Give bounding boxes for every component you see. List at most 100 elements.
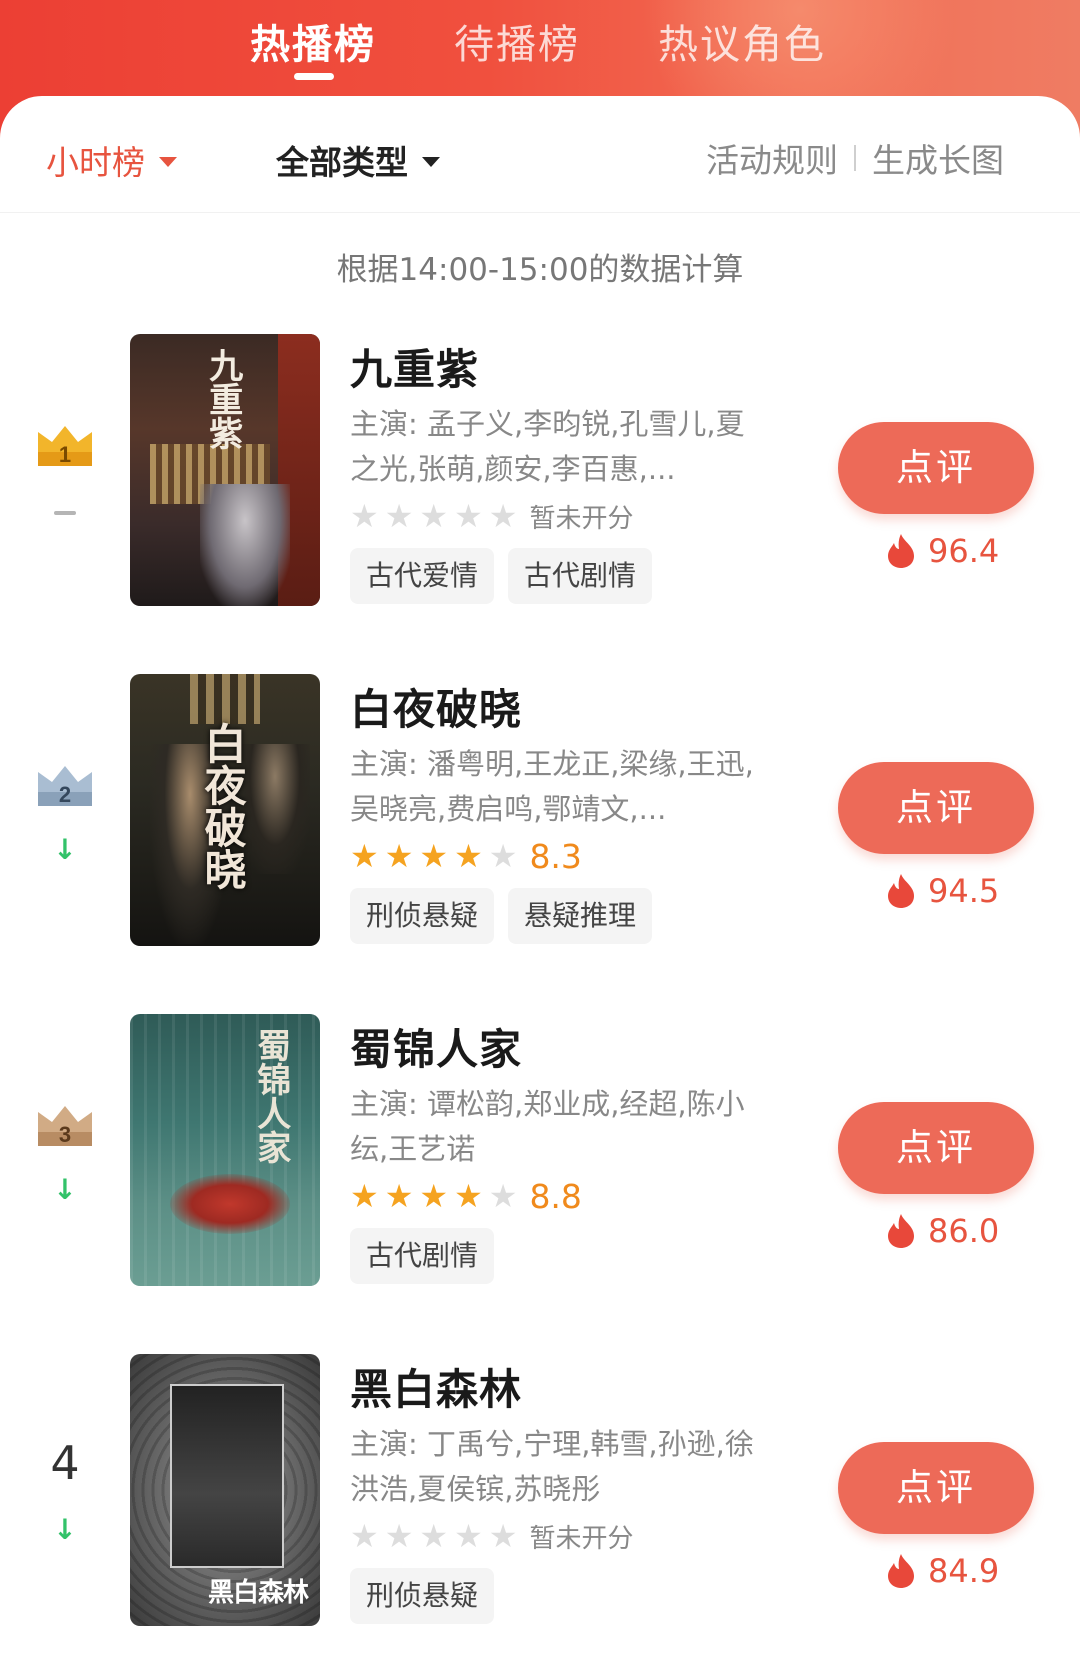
poster-image[interactable]: 黑白森林 [130,1354,320,1626]
ranking-card: 小时榜 全部类型 活动规则 生成长图 根据14:00-15:00的数据计算 1 [0,96,1080,1676]
genre-tag[interactable]: 刑侦悬疑 [350,1568,495,1624]
flame-icon [888,874,914,908]
show-title[interactable]: 九重紫 [350,336,479,397]
poster-title-text: 白夜破晓 [198,722,248,890]
review-button[interactable]: 点评 [838,1442,1034,1534]
category-filter[interactable]: 全部类型 [276,136,440,184]
crown-gold-icon: 1 [38,426,92,467]
period-filter[interactable]: 小时榜 [46,136,177,184]
heat-score: 94.5 [886,872,999,910]
star-icon: ★ [454,497,483,535]
genre-tag[interactable]: 古代爱情 [350,548,495,604]
show-title[interactable]: 白夜破晓 [350,676,522,737]
poster-title-text: 黑白森林 [208,1578,309,1608]
star-icon: ★ [488,497,518,535]
rating: ★ ★ ★ ★ ★ 暂未开分 [350,1516,633,1556]
star-icon: ★ [488,837,518,875]
arrow-down-icon: ↓ [53,1513,77,1546]
heat-value: 86.0 [928,1212,1000,1250]
star-icon: ★ [454,1517,483,1555]
rank-number: 4 [50,1436,80,1490]
flame-icon [888,1554,914,1588]
flame-icon [888,1214,914,1248]
cast-list: 主演: 谭松韵,郑业成,经超,陈小纭,王艺诺 [350,1087,745,1166]
review-button[interactable]: 点评 [838,1102,1034,1194]
category-filter-label: 全部类型 [276,143,408,182]
caret-down-icon [159,157,177,167]
ranking-tabs: 热播榜 待播榜 热议角色 [0,0,1080,96]
rules-link[interactable]: 活动规则 [706,134,838,182]
tab-hot[interactable]: 热播榜 [250,12,376,70]
star-icon: ★ [454,837,483,875]
star-icon: ★ [350,1177,379,1215]
cast-list: 主演: 孟子义,李昀锐,孔雪儿,夏之光,张萌,颜安,李百惠,... [350,407,745,486]
star-icon: ★ [419,497,449,535]
flame-icon [888,534,914,568]
header-links: 活动规则 生成长图 [706,134,1004,182]
tab-upcoming[interactable]: 待播榜 [454,12,580,70]
review-button[interactable]: 点评 [838,762,1034,854]
rank-indicator: 3 ↓ [30,1102,100,1222]
genre-tags: 古代剧情 [350,1228,508,1284]
crown-silver-icon: 2 [38,766,92,807]
star-icon: ★ [419,1177,449,1215]
cast-list: 主演: 潘粤明,王龙正,梁缘,王迅,吴晓亮,费启鸣,鄂靖文,... [350,747,754,826]
star-icon: ★ [384,1177,414,1215]
list-item[interactable]: 1 九重紫 九重紫 主演: 孟子义,李昀锐,孔雪儿,夏之光,张萌,颜安,李百惠,… [0,334,1080,634]
rating: ★ ★ ★ ★ ★ 暂未开分 [350,496,633,536]
heat-score: 96.4 [886,532,999,570]
star-icon: ★ [350,1517,379,1555]
active-tab-indicator [294,73,334,80]
genre-tags: 刑侦悬疑 悬疑推理 [350,888,666,944]
poster-title-text: 蜀锦人家 [250,1028,291,1164]
rank-number: 1 [59,442,71,467]
dash-icon [30,500,100,519]
generate-long-image-link[interactable]: 生成长图 [872,134,1004,182]
genre-tags: 古代爱情 古代剧情 [350,548,666,604]
period-filter-label: 小时榜 [46,143,145,182]
crown-bronze-icon: 3 [38,1106,92,1147]
genre-tag[interactable]: 古代剧情 [508,548,653,604]
rank-indicator: 4 ↓ [30,1436,100,1562]
arrow-down-icon: ↓ [53,1173,77,1206]
poster-image[interactable]: 蜀锦人家 [130,1014,320,1286]
star-icon: ★ [384,837,414,875]
star-icon: ★ [419,837,449,875]
heat-value: 84.9 [928,1552,1000,1590]
tab-hot-characters[interactable]: 热议角色 [658,12,826,70]
star-icon: ★ [488,1177,518,1215]
rating: ★ ★ ★ ★ ★ 8.3 [350,836,582,876]
data-period-note: 根据14:00-15:00的数据计算 [336,252,744,288]
star-icon: ★ [384,1517,414,1555]
poster-title-text: 九重紫 [202,348,243,450]
genre-tag[interactable]: 刑侦悬疑 [350,888,495,944]
rank-number: 2 [59,782,71,807]
caret-down-icon [422,157,440,167]
star-icon: ★ [350,837,379,875]
rank-indicator: 2 ↓ [30,762,100,882]
show-title[interactable]: 黑白森林 [350,1356,522,1417]
star-icon: ★ [384,497,414,535]
genre-tag[interactable]: 古代剧情 [350,1228,495,1284]
cast-list: 主演: 丁禹兮,宁理,韩雪,孙逊,徐洪浩,夏侯镔,苏晓彤 [350,1427,754,1506]
star-icon: ★ [454,1177,483,1215]
heat-value: 96.4 [928,532,1000,570]
list-item[interactable]: 2 ↓ 白夜破晓 白夜破晓 主演: 潘粤明,王龙正,梁缘,王迅,吴晓亮,费启鸣,… [0,674,1080,974]
genre-tag[interactable]: 悬疑推理 [508,888,653,944]
rating: ★ ★ ★ ★ ★ 8.8 [350,1176,582,1216]
list-item[interactable]: 3 ↓ 蜀锦人家 蜀锦人家 主演: 谭松韵,郑业成,经超,陈小纭,王艺诺 ★ ★… [0,1014,1080,1314]
heat-score: 86.0 [886,1212,999,1250]
star-icon: ★ [488,1517,518,1555]
review-button[interactable]: 点评 [838,422,1034,514]
show-title[interactable]: 蜀锦人家 [350,1016,522,1077]
heat-score: 84.9 [886,1552,999,1590]
genre-tags: 刑侦悬疑 [350,1568,508,1624]
poster-image[interactable]: 九重紫 [130,334,320,606]
list-item[interactable]: 4 ↓ 黑白森林 黑白森林 主演: 丁禹兮,宁理,韩雪,孙逊,徐洪浩,夏侯镔,苏… [0,1354,1080,1654]
rank-indicator: 1 [30,422,100,542]
star-icon: ★ [419,1517,449,1555]
poster-image[interactable]: 白夜破晓 [130,674,320,946]
heat-value: 94.5 [928,872,1000,910]
rank-number: 3 [59,1122,71,1147]
link-divider [854,145,856,171]
